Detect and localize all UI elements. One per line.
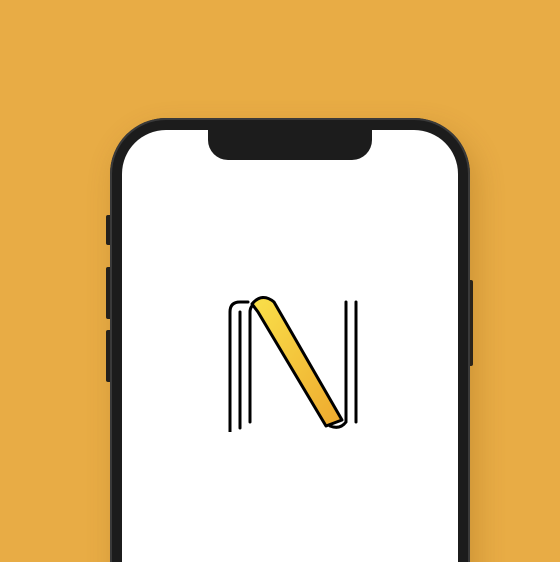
- phone-screen: [122, 130, 458, 562]
- phone-frame: [110, 118, 470, 562]
- app-logo: [218, 282, 368, 434]
- n-logo-icon: [228, 296, 358, 434]
- notch: [208, 130, 372, 160]
